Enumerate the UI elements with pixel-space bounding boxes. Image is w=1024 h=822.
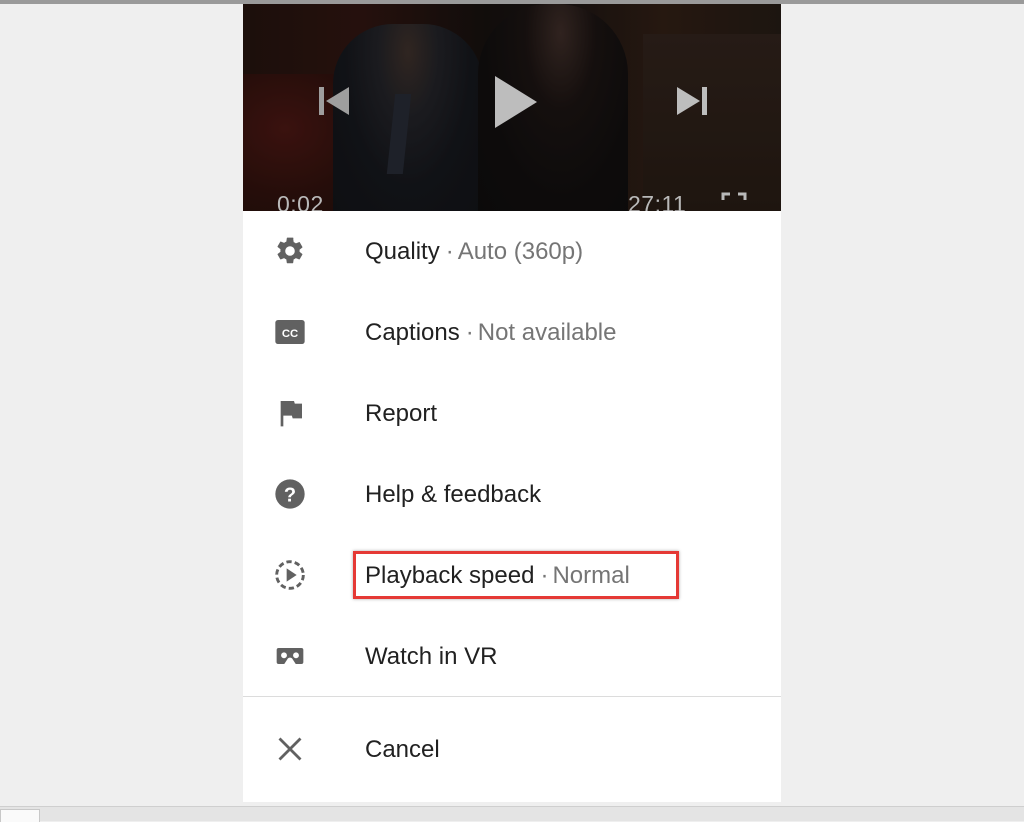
- next-icon[interactable]: [671, 84, 711, 118]
- captions-label: Captions · Not available: [365, 319, 617, 346]
- previous-icon[interactable]: [315, 84, 355, 118]
- window-bottom-strip: [0, 806, 1024, 822]
- play-icon[interactable]: [493, 74, 539, 130]
- help-icon: ?: [275, 479, 305, 509]
- closed-captions-icon: CC: [275, 320, 305, 344]
- cancel-button[interactable]: Cancel: [243, 709, 781, 790]
- svg-text:CC: CC: [282, 328, 298, 340]
- help-feedback-label: Help & feedback: [365, 481, 542, 508]
- total-time: 27:11: [628, 191, 687, 211]
- flag-icon: [280, 401, 302, 427]
- playback-speed-label: Playback speed · Normal: [365, 562, 630, 589]
- cancel-label: Cancel: [365, 736, 440, 763]
- gear-icon: [277, 237, 303, 264]
- menu-item-quality[interactable]: Quality · Auto (360p): [243, 211, 781, 292]
- fullscreen-icon[interactable]: [721, 192, 747, 211]
- menu-item-report[interactable]: Report: [243, 373, 781, 454]
- watch-vr-label: Watch in VR: [365, 643, 498, 670]
- vr-headset-icon: [276, 648, 304, 664]
- settings-menu: Quality · Auto (360p) CC Captions · Not avai…: [243, 211, 781, 763]
- menu-item-watch-vr[interactable]: Watch in VR: [243, 616, 781, 697]
- playback-speed-value: Normal: [552, 562, 630, 589]
- current-time: 0:02: [277, 191, 324, 211]
- captions-value: Not available: [477, 319, 617, 346]
- menu-divider: [243, 696, 781, 697]
- menu-item-captions[interactable]: CC Captions · Not available: [243, 292, 781, 373]
- report-label: Report: [365, 400, 438, 427]
- quality-label: Quality · Auto (360p): [365, 238, 584, 265]
- svg-text:?: ?: [284, 484, 296, 506]
- video-player[interactable]: 0:02 27:11: [243, 4, 781, 211]
- menu-item-help[interactable]: ? Help & feedback: [243, 454, 781, 535]
- playback-speed-icon: [275, 560, 305, 590]
- mobile-screen: 0:02 27:11 Quality · Auto (360p) CC Captio…: [243, 4, 781, 802]
- quality-value: Auto (360p): [457, 238, 584, 265]
- menu-item-playback-speed[interactable]: Playback speed · Normal: [243, 535, 781, 616]
- close-icon: [278, 737, 302, 761]
